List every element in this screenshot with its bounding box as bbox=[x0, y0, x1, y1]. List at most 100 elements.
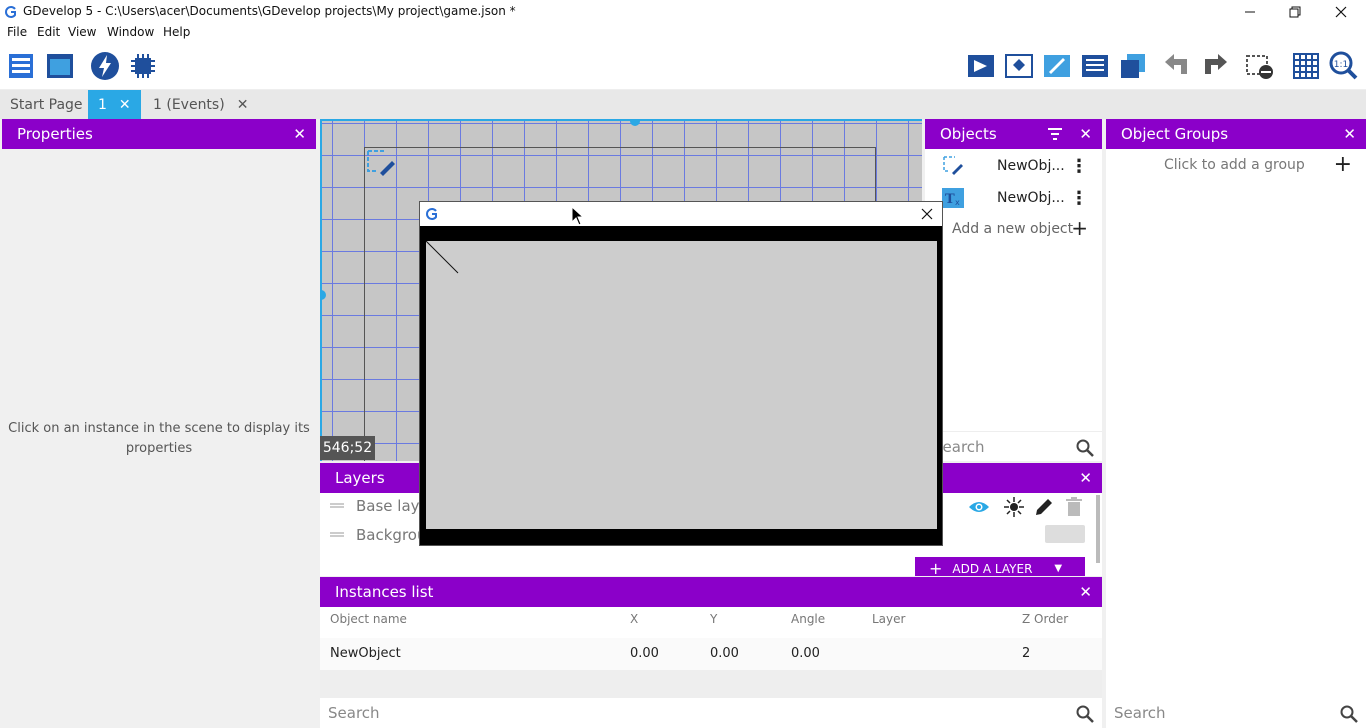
resize-handle[interactable] bbox=[320, 290, 326, 300]
resize-handle[interactable] bbox=[630, 119, 640, 126]
column-header[interactable]: Z Order bbox=[1022, 612, 1068, 626]
panel-title: Layers bbox=[335, 469, 385, 487]
menu-edit[interactable]: Edit bbox=[37, 25, 60, 39]
undo-icon[interactable] bbox=[1161, 50, 1193, 82]
gdevelop-logo-icon bbox=[5, 6, 16, 18]
zoom-reset-icon[interactable]: 1:1 bbox=[1328, 50, 1360, 82]
add-object-plus-icon[interactable]: + bbox=[1071, 216, 1088, 240]
tab-close-icon[interactable]: ✕ bbox=[119, 97, 131, 113]
close-icon[interactable]: ✕ bbox=[1079, 125, 1092, 143]
instances-list-icon[interactable] bbox=[1079, 50, 1111, 82]
column-header[interactable]: Object name bbox=[330, 612, 407, 626]
mouse-cursor-icon bbox=[571, 206, 583, 226]
scrollbar[interactable] bbox=[1096, 495, 1100, 563]
close-icon[interactable]: ✕ bbox=[1079, 469, 1092, 487]
panel-title: Properties bbox=[17, 125, 93, 143]
search-icon[interactable] bbox=[1076, 439, 1094, 457]
column-header[interactable]: Layer bbox=[872, 612, 905, 626]
object-groups-icon[interactable] bbox=[1003, 50, 1035, 82]
sprite-icon bbox=[943, 156, 963, 175]
object-item[interactable]: NewObj... ⋮ bbox=[925, 150, 1102, 182]
table-empty-area bbox=[320, 670, 1102, 698]
more-options-icon[interactable]: ⋮ bbox=[1070, 156, 1088, 177]
sprite-instance[interactable] bbox=[364, 147, 398, 181]
properties-panel: Properties ✕ Click on an instance in the… bbox=[2, 119, 316, 728]
object-name: NewObj... bbox=[997, 190, 1065, 206]
delete-trash-icon[interactable] bbox=[1066, 497, 1082, 517]
preview-canvas[interactable] bbox=[426, 241, 937, 529]
selection-edge bbox=[320, 119, 922, 121]
add-group-plus-icon[interactable]: + bbox=[1334, 152, 1352, 177]
search-placeholder: Search bbox=[328, 704, 380, 722]
scene-manager-icon[interactable] bbox=[44, 50, 76, 82]
close-icon[interactable]: ✕ bbox=[293, 125, 306, 143]
main-toolbar: 1:1 bbox=[0, 44, 1366, 90]
drag-handle-icon[interactable] bbox=[330, 506, 344, 508]
delete-selection-icon[interactable] bbox=[1244, 50, 1276, 82]
menu-help[interactable]: Help bbox=[163, 25, 190, 39]
menu-window[interactable]: Window bbox=[107, 25, 154, 39]
drag-handle-icon[interactable] bbox=[330, 535, 344, 537]
more-options-icon[interactable]: ⋮ bbox=[1070, 188, 1088, 209]
menu-file[interactable]: File bbox=[7, 25, 27, 39]
restore-icon bbox=[1289, 6, 1301, 18]
object-name: NewObj... bbox=[997, 158, 1065, 174]
instances-search[interactable]: Search bbox=[320, 698, 1102, 728]
debugger-chip-icon[interactable] bbox=[127, 50, 159, 82]
close-icon[interactable] bbox=[921, 208, 933, 220]
restore-button[interactable] bbox=[1272, 0, 1318, 24]
preview-titlebar[interactable] bbox=[420, 202, 942, 226]
close-icon[interactable]: ✕ bbox=[1079, 583, 1092, 601]
minimize-button[interactable] bbox=[1227, 0, 1273, 24]
empty-line: properties bbox=[125, 441, 193, 456]
tab-label: 1 (Events) bbox=[153, 96, 225, 113]
add-layer-label: ADD A LAYER bbox=[952, 562, 1033, 576]
instances-list-panel: Instances list ✕ Object name X Y Angle L… bbox=[320, 577, 1102, 728]
cell-object-name: NewObject bbox=[330, 646, 401, 661]
add-object-label[interactable]: Add a new object bbox=[952, 221, 1073, 237]
column-header[interactable]: X bbox=[630, 612, 638, 626]
plus-icon: + bbox=[929, 559, 943, 577]
properties-panel-icon[interactable] bbox=[1041, 50, 1073, 82]
visibility-eye-icon[interactable] bbox=[968, 499, 990, 515]
properties-header: Properties ✕ bbox=[2, 119, 316, 149]
game-preview-window[interactable] bbox=[419, 201, 943, 546]
tab-close-icon[interactable]: ✕ bbox=[237, 97, 249, 113]
object-groups-panel: Object Groups ✕ Click to add a group + bbox=[1106, 119, 1366, 699]
close-icon[interactable]: ✕ bbox=[1343, 125, 1356, 143]
objects-search[interactable]: Search bbox=[925, 431, 1102, 461]
cursor-coordinates: 546;52 bbox=[320, 436, 375, 460]
object-item[interactable]: Tx NewObj... ⋮ bbox=[925, 182, 1102, 214]
menu-view[interactable]: View bbox=[68, 25, 96, 39]
lighting-icon[interactable] bbox=[1004, 497, 1024, 517]
object-panel-icon[interactable] bbox=[965, 50, 997, 82]
tab-label: 1 bbox=[98, 96, 107, 113]
objects-panel: Objects ✕ NewObj... ⋮ Tx NewObj... ⋮ Add… bbox=[925, 119, 1102, 461]
add-group-hint[interactable]: Click to add a group bbox=[1164, 157, 1305, 173]
groups-search[interactable]: Search bbox=[1106, 698, 1366, 728]
cell-y: 0.00 bbox=[710, 646, 739, 661]
close-icon bbox=[1335, 6, 1347, 18]
project-manager-icon[interactable] bbox=[6, 50, 38, 82]
dropdown-arrow-icon[interactable]: ▼ bbox=[1054, 562, 1062, 576]
column-header[interactable]: Y bbox=[710, 612, 717, 626]
tab-scene-1-events[interactable]: 1 (Events) ✕ bbox=[143, 90, 258, 119]
panel-title: Object Groups bbox=[1121, 125, 1229, 143]
tab-start-page[interactable]: Start Page bbox=[0, 90, 93, 119]
filter-icon[interactable] bbox=[1048, 128, 1062, 140]
grid-toggle-icon[interactable] bbox=[1290, 50, 1322, 82]
background-color-swatch[interactable] bbox=[1045, 525, 1085, 543]
add-layer-button[interactable]: + ADD A LAYER ▼ bbox=[915, 557, 1085, 576]
instances-header: Instances list ✕ bbox=[320, 577, 1102, 607]
layers-panel-icon[interactable] bbox=[1117, 50, 1149, 82]
panel-title: Instances list bbox=[335, 583, 434, 601]
cell-z-order: 2 bbox=[1022, 646, 1031, 661]
search-icon[interactable] bbox=[1340, 705, 1358, 723]
edit-pencil-icon[interactable] bbox=[1034, 497, 1054, 517]
tab-scene-1[interactable]: 1 ✕ bbox=[88, 90, 141, 119]
column-header[interactable]: Angle bbox=[791, 612, 825, 626]
redo-icon[interactable] bbox=[1199, 50, 1231, 82]
search-icon[interactable] bbox=[1076, 705, 1094, 723]
preview-lightning-icon[interactable] bbox=[89, 50, 121, 82]
close-window-button[interactable] bbox=[1318, 0, 1364, 24]
